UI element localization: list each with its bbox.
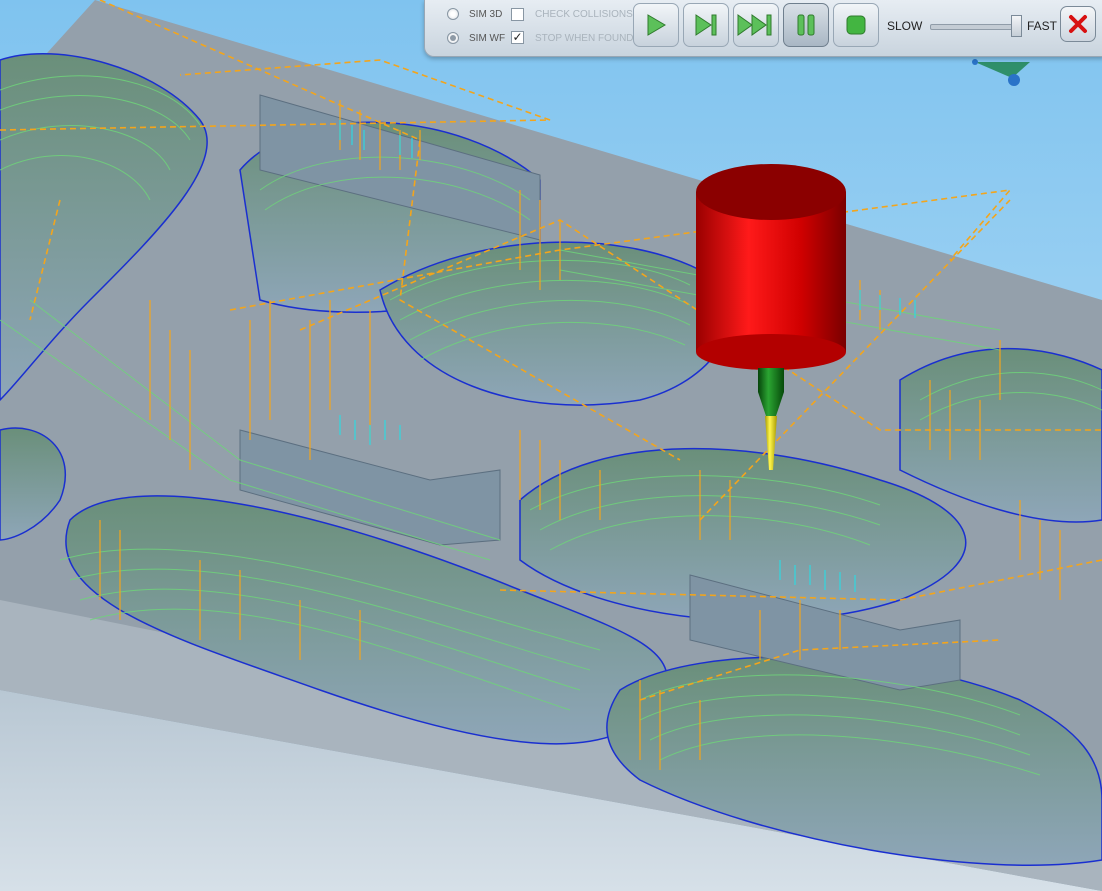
stop-when-found-label: STOP WHEN FOUND: [535, 33, 634, 44]
fast-forward-button[interactable]: [733, 3, 779, 47]
machining-scene: [0, 0, 1102, 891]
speed-slider-thumb[interactable]: [1011, 15, 1022, 37]
speed-slow-label: SLOW: [887, 19, 923, 33]
speed-slider-track[interactable]: [930, 24, 1022, 30]
sim-wf-radio[interactable]: [447, 32, 459, 44]
close-icon: [1069, 15, 1087, 33]
play-button[interactable]: [633, 3, 679, 47]
sim-wf-label: SIM WF: [469, 33, 506, 44]
pause-icon: [797, 14, 815, 36]
sim-3d-label: SIM 3D: [469, 9, 503, 20]
step-button[interactable]: [683, 3, 729, 47]
speed-fast-label: FAST: [1027, 19, 1058, 33]
stop-icon: [846, 15, 866, 35]
check-collisions-checkbox[interactable]: [511, 8, 524, 21]
fast-forward-icon: [737, 14, 772, 36]
check-collisions-label: CHECK COLLISIONS: [535, 9, 633, 20]
play-icon: [647, 14, 666, 36]
close-button[interactable]: [1060, 6, 1096, 42]
sim-3d-radio[interactable]: [447, 8, 459, 20]
pause-button[interactable]: [783, 3, 829, 47]
simulation-viewport[interactable]: [0, 0, 1102, 891]
stop-when-found-checkbox[interactable]: ✓: [511, 31, 524, 44]
stop-button[interactable]: [833, 3, 879, 47]
simulation-toolbar: SIM 3D SIM WF CHECK COLLISIONS ✓ STOP WH…: [424, 0, 1102, 57]
step-forward-icon: [695, 14, 717, 36]
